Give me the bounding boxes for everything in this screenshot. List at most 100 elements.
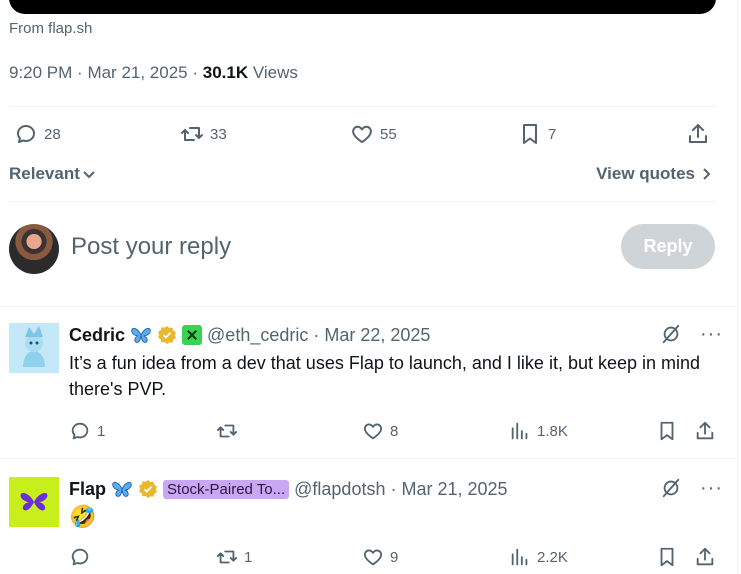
repost-button[interactable] — [216, 420, 244, 442]
author-name[interactable]: Flap — [69, 479, 106, 500]
relevant-label: Relevant — [9, 164, 80, 183]
heart-icon — [363, 549, 383, 566]
view-quotes-link[interactable]: View quotes — [596, 164, 713, 184]
analytics-icon — [511, 422, 528, 440]
repost-icon — [181, 127, 203, 141]
view-quotes-label: View quotes — [596, 164, 695, 183]
reply-action-bar: 1 8 1.8K — [69, 420, 719, 444]
repost-button[interactable]: 1 — [216, 546, 252, 568]
divider — [9, 106, 716, 107]
verified-badge-icon — [158, 326, 177, 344]
divider — [9, 201, 716, 202]
reply-count: 28 — [44, 125, 61, 143]
bookmark-button[interactable] — [656, 420, 678, 442]
reply-text: It’s a fun idea from a dev that uses Fla… — [69, 353, 701, 399]
bookmark-icon — [660, 421, 674, 441]
divider — [0, 458, 737, 459]
reply-item[interactable]: Flap Stock-Paired To... @flapdotsh · Mar… — [0, 477, 737, 574]
like-button[interactable]: 55 — [350, 122, 397, 146]
heart-icon — [363, 423, 383, 440]
reply-date[interactable]: Mar 21, 2025 — [401, 479, 507, 500]
views-button[interactable]: 1.8K — [509, 420, 568, 442]
repost-count: 1 — [244, 548, 253, 566]
reply-header-actions: ··· — [660, 477, 723, 499]
reply-header: Flap Stock-Paired To... @flapdotsh · Mar… — [69, 477, 723, 501]
reply-submit-button[interactable]: Reply — [621, 224, 715, 269]
separator-dot: · — [313, 324, 320, 345]
bookmark-icon — [660, 547, 674, 567]
reply-item[interactable]: Cedric @eth_cedric · Mar 22, 2025 ··· It… — [0, 323, 737, 448]
column-border — [737, 0, 738, 574]
reply-text: 🤣 — [69, 504, 97, 529]
butterfly-icon — [131, 327, 151, 343]
analytics-icon — [511, 548, 528, 566]
tweet-detail-page: From flap.sh 9:20 PM · Mar 21, 2025 · 30… — [0, 0, 741, 574]
reply-input[interactable]: Post your reply — [71, 233, 231, 261]
reply-button[interactable]: 1 — [69, 420, 105, 442]
reply-header-actions: ··· — [660, 323, 723, 345]
views-button[interactable]: 2.2K — [509, 546, 568, 568]
reply-header: Cedric @eth_cedric · Mar 22, 2025 ··· — [69, 323, 723, 347]
share-icon — [696, 421, 714, 440]
avatar[interactable] — [9, 323, 59, 373]
reply-icon — [71, 548, 89, 566]
flap-logo-icon — [9, 477, 59, 527]
avatar[interactable] — [9, 477, 59, 527]
tweet-timestamp: 9:20 PM · Mar 21, 2025 · 30.1K Views — [9, 63, 298, 83]
view-count: 1.8K — [537, 422, 568, 440]
avatar[interactable] — [9, 224, 59, 274]
repost-button[interactable]: 33 — [180, 122, 227, 146]
like-count: 8 — [390, 422, 399, 440]
tweet-time[interactable]: 9:20 PM — [9, 63, 72, 82]
repost-count: 33 — [210, 125, 227, 143]
reply-action-bar: 1 9 2.2K — [69, 546, 719, 570]
relevant-dropdown[interactable]: Relevant — [9, 164, 96, 184]
like-count: 55 — [380, 125, 397, 143]
media-card[interactable] — [9, 0, 716, 14]
divider — [0, 306, 737, 307]
reply-icon — [17, 125, 35, 143]
share-button[interactable] — [694, 546, 716, 568]
grok-icon[interactable] — [660, 477, 682, 499]
reply-date[interactable]: Mar 22, 2025 — [324, 325, 430, 346]
reply-composer: Post your reply Reply — [9, 223, 715, 275]
affiliation-label[interactable]: Stock-Paired To... — [163, 479, 290, 499]
reply-button[interactable]: 28 — [14, 122, 61, 146]
views-label: Views — [252, 63, 298, 82]
separator-dot: · — [192, 63, 203, 82]
author-name[interactable]: Cedric — [69, 325, 125, 346]
separator-dot: · — [390, 478, 397, 499]
views-count: 30.1K — [202, 63, 249, 82]
repost-icon — [216, 550, 238, 564]
author-handle[interactable]: @eth_cedric — [207, 325, 308, 346]
bookmark-icon — [523, 124, 537, 144]
media-source-link[interactable]: From flap.sh — [9, 20, 92, 37]
bookmark-button[interactable] — [656, 546, 678, 568]
share-button[interactable] — [686, 122, 710, 146]
view-count: 2.2K — [537, 548, 568, 566]
affiliation-badge-icon[interactable] — [182, 325, 203, 345]
grok-icon[interactable] — [660, 323, 682, 345]
author-handle[interactable]: @flapdotsh — [294, 479, 385, 500]
more-options-icon[interactable]: ··· — [700, 478, 723, 498]
like-count: 9 — [390, 548, 399, 566]
heart-icon — [352, 125, 372, 143]
reply-count: 1 — [97, 422, 106, 440]
chevron-down-icon — [83, 171, 95, 179]
share-icon — [696, 547, 714, 566]
verified-badge-icon — [139, 480, 158, 498]
separator-dot: · — [77, 63, 88, 82]
reply-button[interactable] — [69, 546, 97, 568]
like-button[interactable]: 9 — [362, 546, 398, 568]
share-button[interactable] — [694, 420, 716, 442]
tweet-date[interactable]: Mar 21, 2025 — [87, 63, 187, 82]
reply-sort-row: Relevant View quotes — [9, 164, 715, 188]
chevron-right-icon — [703, 168, 711, 180]
more-options-icon[interactable]: ··· — [700, 324, 723, 344]
repost-icon — [216, 424, 238, 438]
ice-character-icon — [9, 323, 59, 373]
bookmark-button[interactable]: 7 — [518, 122, 556, 146]
butterfly-icon — [112, 481, 132, 497]
tweet-action-bar: 28 33 55 7 — [14, 122, 714, 152]
like-button[interactable]: 8 — [362, 420, 398, 442]
